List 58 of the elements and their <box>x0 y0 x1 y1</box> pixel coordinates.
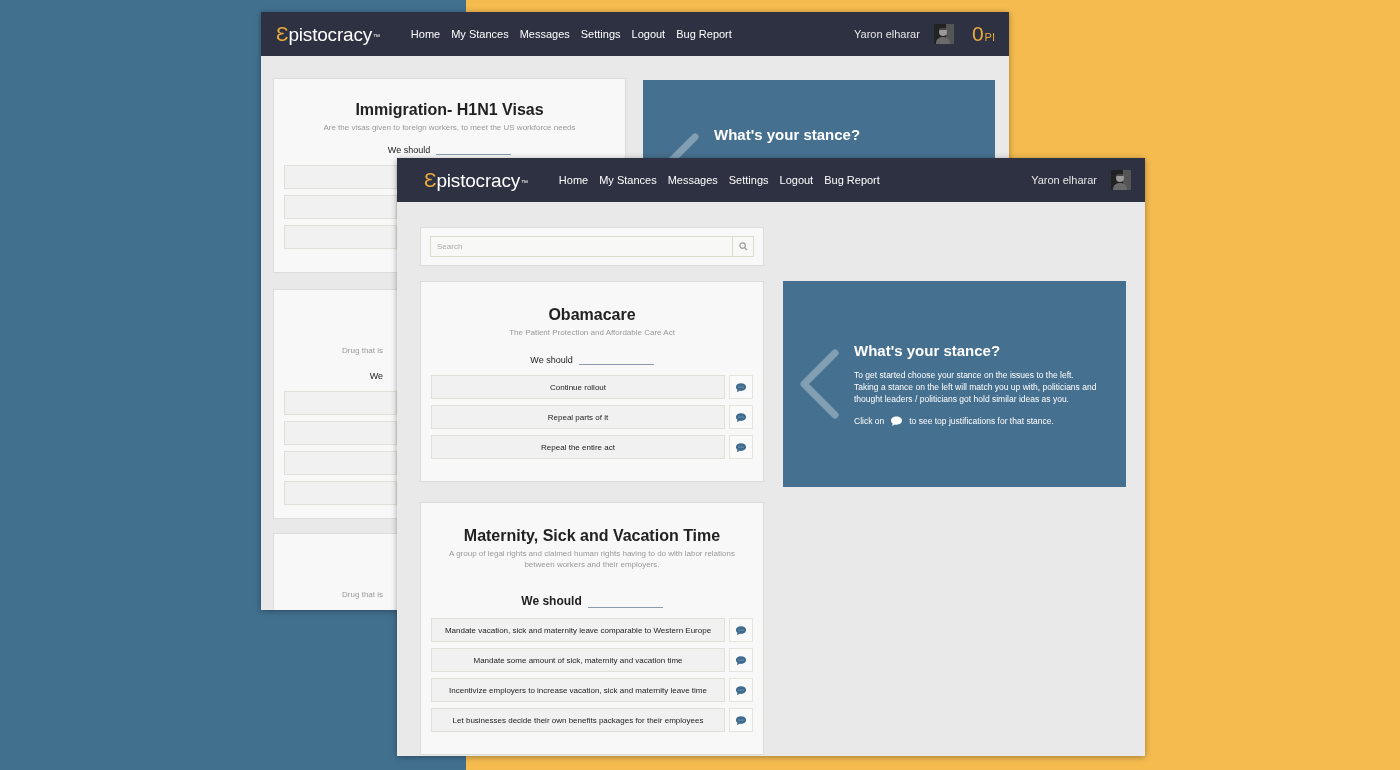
comment-button[interactable] <box>729 618 753 642</box>
points-count: 0PI <box>971 22 995 46</box>
card-subtitle: The Patient Protection and Affordable Care Act <box>508 327 676 338</box>
comment-icon <box>735 624 747 636</box>
comment-button[interactable] <box>729 648 753 672</box>
comment-icon <box>735 654 747 666</box>
option-button[interactable]: Continue rollout <box>431 375 725 399</box>
hint-text: Click on <box>854 415 885 426</box>
panel-title: What's your stance? <box>714 126 861 143</box>
option-button[interactable]: Mandate some amount of sick, maternity and vacation time <box>431 648 725 672</box>
nav-link[interactable]: Settings <box>580 28 621 40</box>
option-button[interactable]: Mandate vacation, sick and maternity leave comparable to Western Europe <box>431 618 725 642</box>
card-subtitle: Drug that is <box>341 589 384 600</box>
user-name[interactable]: Yaron elharar <box>1031 174 1097 186</box>
prompt-label: We should <box>387 145 431 155</box>
nav-link[interactable]: My Stances <box>451 28 509 40</box>
option-button[interactable]: Let businesses decide their own benefits packages for their employees <box>431 708 725 732</box>
card-subtitle: Are the visas given to foreign workers, to meet the US workforce needs <box>322 122 577 133</box>
comment-button[interactable] <box>729 435 753 459</box>
card-subtitle: A group of legal rights and claimed human rights having to do with labor relations between workers and their employers. <box>448 548 736 570</box>
search-icon <box>738 242 748 251</box>
comment-icon <box>735 684 747 696</box>
nav-link[interactable]: Logout <box>631 28 666 40</box>
nav-link[interactable]: Home <box>410 28 441 40</box>
hint-text: to see top justifications for that stance. <box>909 415 1054 426</box>
comment-button[interactable] <box>729 405 753 429</box>
chevron-left-icon <box>798 349 840 419</box>
panel-text: To get started choose your stance on the issues to the left. <box>854 368 1075 381</box>
option-button[interactable]: Repeal the entire act <box>431 435 725 459</box>
nav-link[interactable]: Home <box>558 174 589 186</box>
prompt-label: We should <box>530 355 573 365</box>
card-subtitle: Drug that is <box>341 345 384 356</box>
card-title: Obamacare <box>547 306 637 324</box>
prompt-label: We <box>369 371 383 381</box>
comment-button[interactable] <box>729 375 753 399</box>
comment-icon <box>735 714 747 726</box>
comment-button[interactable] <box>729 678 753 702</box>
comment-button[interactable] <box>729 708 753 732</box>
comment-icon <box>735 381 747 393</box>
panel-title: What's your stance? <box>854 341 1002 359</box>
comment-icon <box>735 441 747 453</box>
user-name[interactable]: Yaron elharar <box>854 28 920 40</box>
option-button[interactable]: Repeal parts of it <box>431 405 725 429</box>
search-field[interactable]: Search <box>430 236 732 257</box>
comment-icon <box>735 411 747 423</box>
nav-link[interactable]: Bug Report <box>824 174 880 186</box>
nav-link[interactable]: Messages <box>667 174 718 186</box>
nav-link[interactable]: Settings <box>728 174 769 186</box>
nav-link[interactable]: Logout <box>779 174 814 186</box>
card-title: Immigration- H1N1 Visas <box>354 101 545 119</box>
panel-text: Taking a stance on the left will match you up with, politicians and thought leaders / politicians got hold similar ideas as you. <box>854 380 1098 405</box>
nav-link[interactable]: My Stances <box>599 174 657 186</box>
nav-link[interactable]: Bug Report <box>676 28 732 40</box>
prompt-label: We should <box>521 594 582 608</box>
card-title: Maternity, Sick and Vacation Time <box>462 527 722 545</box>
nav-link[interactable]: Messages <box>519 28 570 40</box>
comment-icon <box>890 414 904 427</box>
option-button[interactable]: Incentivize employers to increase vacation, sick and maternity leave time <box>431 678 725 702</box>
